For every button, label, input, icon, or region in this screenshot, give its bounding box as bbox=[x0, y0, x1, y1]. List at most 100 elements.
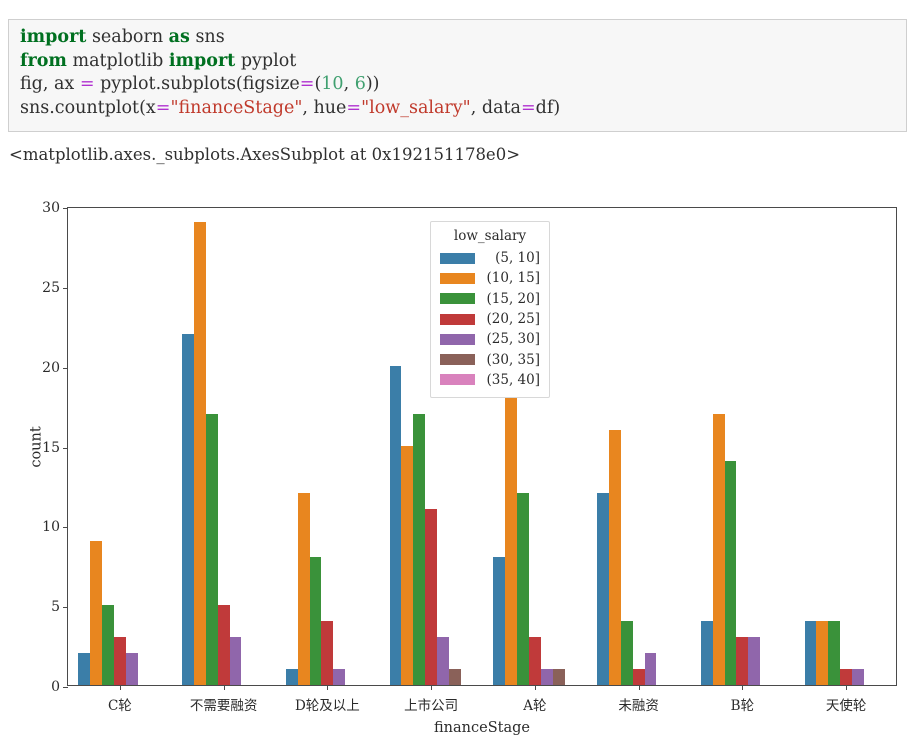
code-token-kw: import bbox=[20, 27, 87, 47]
bar bbox=[597, 493, 609, 685]
legend-entry[interactable]: (30, 35] bbox=[440, 349, 540, 369]
y-tick-label: 20 bbox=[42, 359, 60, 376]
x-tick-label: C轮 bbox=[107, 698, 132, 714]
legend-entries: (5, 10] (10, 15] (15, 20] (20, 25] (25, 30] (… bbox=[440, 248, 540, 390]
code-token-kw: as bbox=[168, 27, 190, 47]
x-tick-label: D轮及以上 bbox=[294, 698, 360, 714]
legend-swatch bbox=[440, 272, 475, 284]
bar bbox=[217, 605, 230, 685]
y-tick-label: 0 bbox=[51, 679, 60, 695]
code-token-plain: df) bbox=[535, 97, 561, 118]
code-token-plain: sns bbox=[189, 27, 225, 47]
code-line: fig, ax = pyplot.subplots(figsize=(10, 6… bbox=[20, 73, 906, 97]
bar bbox=[528, 637, 541, 685]
y-tick-mark bbox=[63, 607, 68, 609]
x-tick-mark bbox=[119, 685, 121, 690]
legend-label: (5, 10] bbox=[495, 250, 540, 267]
bar bbox=[309, 557, 322, 685]
bar bbox=[321, 621, 334, 685]
code-token-plain: pyplot bbox=[235, 50, 297, 71]
code-token-op: = bbox=[299, 74, 315, 94]
bar bbox=[608, 429, 621, 685]
code-source[interactable]: import seaborn as sns from matplotlib imp… bbox=[20, 26, 906, 120]
y-tick-mark bbox=[63, 687, 68, 688]
code-token-plain: fig, ax bbox=[20, 74, 80, 94]
code-token-plain: , hue bbox=[302, 97, 347, 118]
x-tick-mark bbox=[223, 685, 225, 690]
y-tick-label: 25 bbox=[42, 279, 60, 296]
legend-entry[interactable]: (25, 30] bbox=[440, 329, 540, 349]
y-tick-mark bbox=[63, 527, 68, 529]
code-cell[interactable]: import seaborn as sns from matplotlib imp… bbox=[8, 19, 907, 132]
plot-axes: count 0 5 10 15 20 25 30 C轮 不需要融资 D轮及以上 上市公司 A轮 未融资 B… bbox=[29, 200, 897, 736]
bar bbox=[448, 669, 461, 685]
bar bbox=[401, 445, 414, 685]
code-line: import seaborn as sns bbox=[20, 26, 906, 50]
bar bbox=[229, 637, 242, 685]
bar bbox=[182, 333, 194, 685]
y-tick-label: 10 bbox=[42, 519, 60, 536]
y-tick-mark bbox=[63, 208, 68, 209]
legend-swatch bbox=[440, 333, 475, 345]
code-token-plain: sns.countplot(x bbox=[20, 97, 156, 118]
code-token-plain: )) bbox=[365, 74, 380, 94]
bar bbox=[712, 413, 725, 685]
legend-label: (10, 15] bbox=[486, 270, 540, 287]
x-tick-mark bbox=[327, 685, 329, 690]
x-tick-label: 天使轮 bbox=[825, 698, 867, 714]
cell-output-text: <matplotlib.axes._subplots.AxesSubplot a… bbox=[9, 145, 521, 164]
y-tick-label: 5 bbox=[51, 599, 60, 616]
code-token-plain: , bbox=[343, 74, 355, 94]
legend-label: (30, 35] bbox=[486, 351, 540, 368]
bar bbox=[517, 493, 529, 685]
bar bbox=[552, 669, 565, 685]
code-token-num: 10 bbox=[321, 74, 344, 94]
y-tick-mark bbox=[63, 447, 68, 449]
bar bbox=[620, 621, 633, 685]
bar bbox=[724, 461, 737, 685]
x-tick-label: A轮 bbox=[523, 698, 547, 714]
y-tick-mark bbox=[63, 287, 68, 289]
legend-label: (20, 25] bbox=[486, 311, 540, 328]
legend-entry[interactable]: (15, 20] bbox=[440, 289, 540, 309]
legend-entry[interactable]: (35, 40] bbox=[440, 370, 540, 390]
code-token-op: = bbox=[346, 97, 362, 118]
legend-entry[interactable]: (5, 10] bbox=[440, 248, 540, 268]
code-token-plain: pyplot.subplots(figsize bbox=[94, 74, 300, 94]
code-line: sns.countplot(x="financeStage", hue="low… bbox=[20, 97, 906, 121]
y-tick-label: 30 bbox=[42, 200, 60, 216]
legend-entry[interactable]: (10, 15] bbox=[440, 268, 540, 288]
bar bbox=[828, 621, 841, 685]
code-token-kw: import bbox=[168, 50, 236, 71]
bar bbox=[816, 621, 829, 685]
bar bbox=[285, 669, 298, 685]
legend-entry[interactable]: (20, 25] bbox=[440, 309, 540, 329]
x-tick-label: 不需要融资 bbox=[189, 698, 258, 714]
bar bbox=[113, 637, 126, 685]
bar bbox=[840, 669, 853, 685]
bar bbox=[78, 653, 91, 685]
bar bbox=[413, 413, 426, 685]
bar bbox=[193, 221, 206, 685]
legend-swatch bbox=[440, 252, 475, 264]
x-tick-mark bbox=[534, 685, 536, 690]
bar bbox=[90, 541, 103, 685]
matplotlib-figure: count 0 5 10 15 20 25 30 C轮 不需要融资 D轮及以上 上市公司 A轮 未融资 B… bbox=[0, 190, 915, 749]
bar bbox=[632, 669, 645, 685]
x-axis-title: financeStage bbox=[434, 720, 530, 736]
bar bbox=[437, 637, 449, 685]
bar bbox=[389, 365, 402, 685]
bar bbox=[425, 509, 438, 685]
legend-label: (25, 30] bbox=[486, 331, 540, 348]
code-token-num: 6 bbox=[354, 74, 366, 94]
code-token-plain: , data bbox=[470, 97, 521, 118]
bar bbox=[700, 621, 713, 685]
legend-swatch bbox=[440, 313, 475, 325]
bar bbox=[333, 669, 346, 685]
code-token-op: = bbox=[520, 97, 536, 118]
code-token-op: = bbox=[79, 74, 95, 94]
bar bbox=[852, 669, 864, 685]
legend[interactable]: low_salary (5, 10] (10, 15] (15, 20] (20, 2… bbox=[430, 221, 550, 399]
bar bbox=[125, 653, 138, 685]
legend-swatch bbox=[440, 374, 475, 386]
